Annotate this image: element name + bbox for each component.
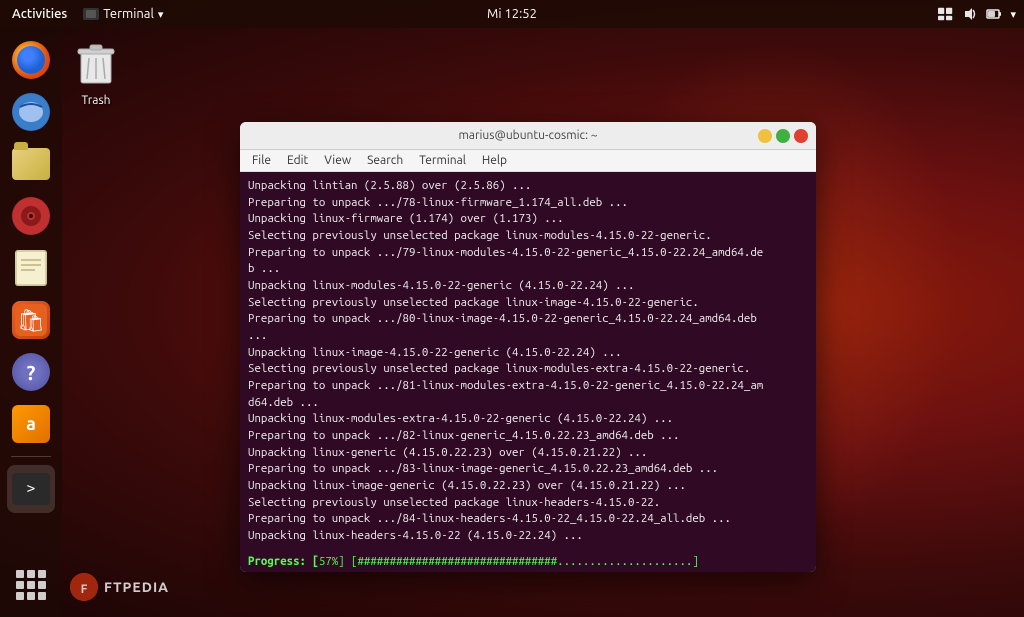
music-icon: [12, 197, 50, 235]
appgrid-icon: [12, 566, 50, 604]
dock-item-appgrid[interactable]: [7, 561, 55, 609]
progress-percent: 57%: [319, 555, 338, 568]
terminal-line: Unpacking linux-image-generic (4.15.0.22…: [248, 478, 808, 495]
terminal-line: Preparing to unpack .../83-linux-image-g…: [248, 461, 808, 478]
terminal-line: Preparing to unpack .../78-linux-firmwar…: [248, 195, 808, 212]
svg-text:_: _: [87, 12, 91, 18]
terminal-line: d64.deb ...: [248, 395, 808, 412]
svg-text:F: F: [81, 583, 88, 596]
terminal-line: Preparing to unpack .../82-linux-generic…: [248, 428, 808, 445]
menu-help[interactable]: Help: [474, 152, 515, 169]
terminal-output: Unpacking lintian (2.5.88) over (2.5.86)…: [240, 172, 816, 551]
dock: 🛍 ? a: [0, 28, 62, 617]
terminal-line: Preparing to unpack .../79-linux-modules…: [248, 245, 808, 262]
terminal-menu-indicator: _ Terminal ▾: [83, 7, 163, 21]
menu-terminal[interactable]: Terminal: [411, 152, 474, 169]
terminal-line: Preparing to unpack .../80-linux-image-4…: [248, 311, 808, 328]
progress-label: Progress: [: [248, 555, 319, 568]
activities-button[interactable]: Activities: [8, 7, 71, 21]
terminal-line: Selecting previously unselected package …: [248, 228, 808, 245]
thunderbird-icon: [12, 93, 50, 131]
terminal-menubar: File Edit View Search Terminal Help: [240, 150, 816, 172]
dock-item-appcenter[interactable]: 🛍: [7, 296, 55, 344]
menu-view[interactable]: View: [316, 152, 359, 169]
terminal-line: Unpacking linux-image-4.15.0-22-generic …: [248, 345, 808, 362]
menu-search[interactable]: Search: [359, 152, 411, 169]
system-icon[interactable]: [986, 6, 1002, 22]
firefox-icon: [12, 41, 50, 79]
terminal-titlebar: marius@ubuntu-cosmic: ~: [240, 122, 816, 150]
window-controls: [758, 129, 808, 143]
volume-icon[interactable]: [962, 6, 978, 22]
dock-item-thunderbird[interactable]: [7, 88, 55, 136]
terminal-line: Selecting previously unselected package …: [248, 295, 808, 312]
terminal-line: Preparing to unpack .../84-linux-headers…: [248, 511, 808, 528]
terminal-line: Unpacking linux-headers-4.15.0-22 (4.15.…: [248, 528, 808, 545]
terminal-dock-icon: [12, 473, 50, 505]
ftpedia-logo-icon: F: [70, 573, 98, 601]
ftpedia-branding: F FTPEDIA: [70, 573, 169, 601]
terminal-menu-label[interactable]: Terminal: [103, 7, 154, 21]
dock-item-terminal[interactable]: [7, 465, 55, 513]
terminal-line: ...: [248, 328, 808, 345]
terminal-line: Unpacking linux-modules-4.15.0-22-generi…: [248, 278, 808, 295]
topbar: Activities _ Terminal ▾ Mi 12:52: [0, 0, 1024, 28]
dock-item-notes[interactable]: [7, 244, 55, 292]
svg-text:🛍: 🛍: [17, 308, 45, 333]
dock-item-music[interactable]: [7, 192, 55, 240]
terminal-menu-icon: _: [83, 8, 99, 20]
terminal-line: Preparing to unpack .../81-linux-modules…: [248, 378, 808, 395]
help-icon: ?: [12, 353, 50, 391]
notes-icon: [15, 250, 47, 286]
terminal-line: Unpacking lintian (2.5.88) over (2.5.86)…: [248, 178, 808, 195]
dock-item-amazon[interactable]: a: [7, 400, 55, 448]
terminal-line: Unpacking linux-modules-extra-4.15.0-22-…: [248, 411, 808, 428]
system-menu-arrow[interactable]: ▾: [1010, 8, 1016, 21]
topbar-right: ▾: [938, 6, 1016, 22]
ftpedia-text: FTPEDIA: [104, 579, 169, 595]
window-maximize-button[interactable]: [776, 129, 790, 143]
topbar-left: Activities _ Terminal ▾: [8, 7, 163, 21]
terminal-line: Unpacking linux-generic (4.15.0.22.23) o…: [248, 445, 808, 462]
dock-item-help[interactable]: ?: [7, 348, 55, 396]
window-close-button[interactable]: [794, 129, 808, 143]
dock-item-files[interactable]: [7, 140, 55, 188]
dock-separator: [11, 456, 51, 457]
terminal-dropdown-arrow[interactable]: ▾: [158, 8, 164, 21]
trash-label: Trash: [81, 94, 110, 107]
window-minimize-button[interactable]: [758, 129, 772, 143]
terminal-line: Unpacking linux-firmware (1.174) over (1…: [248, 211, 808, 228]
amazon-icon: a: [12, 405, 50, 443]
progress-bar-container: Progress: [ 57% ] [#####################…: [240, 551, 816, 572]
appcenter-icon: 🛍: [12, 301, 50, 339]
terminal-line: Selecting previously unselected package …: [248, 495, 808, 512]
files-icon: [12, 148, 50, 180]
desktop-trash[interactable]: Trash: [72, 38, 120, 107]
dock-item-firefox[interactable]: [7, 36, 55, 84]
terminal-window: marius@ubuntu-cosmic: ~ File Edit View S…: [240, 122, 816, 572]
terminal-line: b ...: [248, 261, 808, 278]
terminal-line: Selecting previously unselected package …: [248, 361, 808, 378]
terminal-window-title: marius@ubuntu-cosmic: ~: [458, 129, 597, 142]
menu-file[interactable]: File: [244, 152, 279, 169]
clock-label: Mi 12:52: [487, 7, 537, 21]
trash-icon: [72, 38, 120, 90]
desktop: Activities _ Terminal ▾ Mi 12:52: [0, 0, 1024, 617]
network-icon[interactable]: [938, 6, 954, 22]
topbar-clock: Mi 12:52: [487, 7, 537, 21]
progress-bar-fill: ] [###############################......…: [338, 555, 699, 568]
menu-edit[interactable]: Edit: [279, 152, 316, 169]
